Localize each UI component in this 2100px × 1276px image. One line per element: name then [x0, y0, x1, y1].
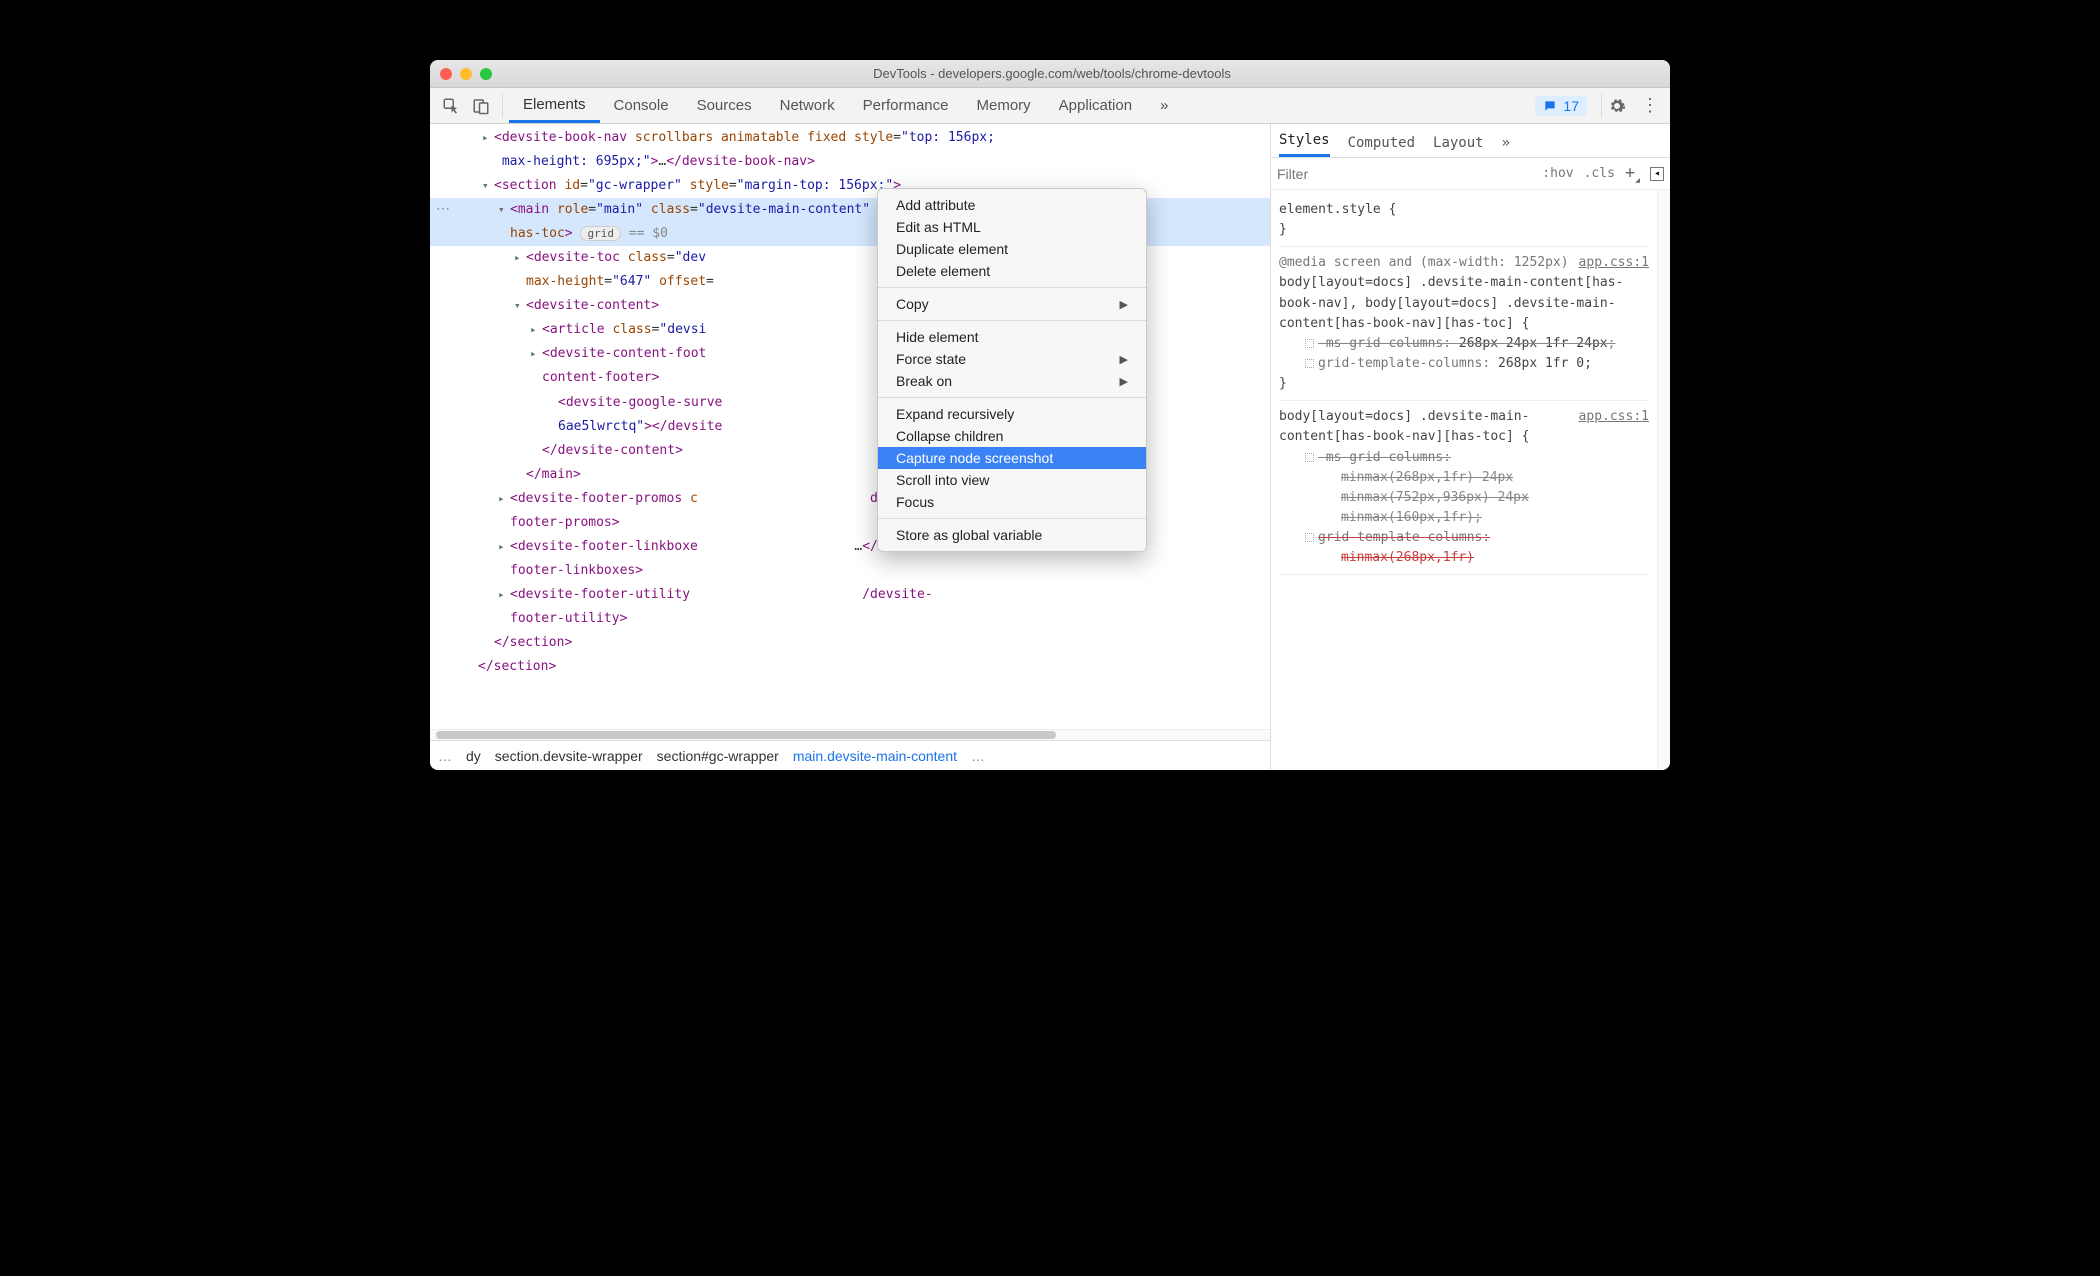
- vertical-scrollbar[interactable]: [1657, 190, 1670, 770]
- hov-toggle[interactable]: :hov: [1542, 166, 1573, 181]
- tab-elements[interactable]: Elements: [509, 88, 600, 123]
- menu-store-as-global[interactable]: Store as global variable: [878, 524, 1146, 546]
- tab-application[interactable]: Application: [1045, 88, 1146, 123]
- style-rule[interactable]: element.style { }: [1279, 194, 1649, 247]
- menu-add-attribute[interactable]: Add attribute: [878, 194, 1146, 216]
- breadcrumb-item[interactable]: dy: [466, 748, 481, 764]
- computed-toggle-icon[interactable]: ◂: [1650, 167, 1664, 181]
- chevron-right-icon: ▶: [1120, 375, 1128, 388]
- main-tabs: Elements Console Sources Network Perform…: [430, 88, 1670, 124]
- filter-input[interactable]: [1277, 166, 1532, 182]
- menu-force-state[interactable]: Force state▶: [878, 348, 1146, 370]
- horizontal-scrollbar[interactable]: [430, 729, 1270, 740]
- chevron-right-icon: ▶: [1120, 353, 1128, 366]
- tab-performance[interactable]: Performance: [849, 88, 963, 123]
- issues-count: 17: [1563, 98, 1579, 114]
- kebab-menu-icon[interactable]: ⋮: [1636, 95, 1664, 116]
- menu-expand-recursively[interactable]: Expand recursively: [878, 403, 1146, 425]
- menu-hide-element[interactable]: Hide element: [878, 326, 1146, 348]
- settings-gear-icon[interactable]: [1608, 97, 1636, 115]
- tab-computed[interactable]: Computed: [1348, 135, 1415, 157]
- close-icon[interactable]: [440, 68, 452, 80]
- cls-toggle[interactable]: .cls: [1584, 166, 1615, 181]
- breadcrumb-overflow-right[interactable]: …: [971, 748, 985, 764]
- menu-focus[interactable]: Focus: [878, 491, 1146, 513]
- menu-break-on[interactable]: Break on▶: [878, 370, 1146, 392]
- inspect-icon[interactable]: [436, 97, 466, 115]
- titlebar: DevTools - developers.google.com/web/too…: [430, 60, 1670, 88]
- chevron-right-icon: ▶: [1120, 298, 1128, 311]
- style-rule[interactable]: app.css:1 body[layout=docs] .devsite-mai…: [1279, 401, 1649, 575]
- issues-badge[interactable]: 17: [1535, 96, 1587, 116]
- grid-badge[interactable]: grid: [580, 226, 621, 241]
- tab-layout[interactable]: Layout: [1433, 135, 1484, 157]
- traffic-lights: [440, 68, 492, 80]
- tab-memory[interactable]: Memory: [963, 88, 1045, 123]
- breadcrumb-item[interactable]: section.devsite-wrapper: [495, 748, 643, 764]
- menu-collapse-children[interactable]: Collapse children: [878, 425, 1146, 447]
- tab-overflow-icon[interactable]: »: [1502, 135, 1510, 157]
- styles-toolbar: :hov .cls +◢ ◂: [1271, 158, 1670, 190]
- menu-delete-element[interactable]: Delete element: [878, 260, 1146, 282]
- breadcrumb[interactable]: … dy section.devsite-wrapper section#gc-…: [430, 740, 1270, 770]
- tab-overflow-icon[interactable]: »: [1146, 88, 1182, 123]
- tab-sources[interactable]: Sources: [683, 88, 766, 123]
- tab-styles[interactable]: Styles: [1279, 132, 1330, 157]
- source-link[interactable]: app.css:1: [1579, 253, 1649, 273]
- style-rule[interactable]: app.css:1 @media screen and (max-width: …: [1279, 247, 1649, 401]
- menu-edit-as-html[interactable]: Edit as HTML: [878, 216, 1146, 238]
- tab-console[interactable]: Console: [600, 88, 683, 123]
- sidebar-tabs: Styles Computed Layout »: [1271, 124, 1670, 158]
- breadcrumb-item[interactable]: section#gc-wrapper: [657, 748, 779, 764]
- styles-list[interactable]: element.style { } app.css:1 @media scree…: [1271, 190, 1657, 770]
- maximize-icon[interactable]: [480, 68, 492, 80]
- new-rule-icon[interactable]: +◢: [1625, 163, 1640, 184]
- source-link[interactable]: app.css:1: [1579, 407, 1649, 427]
- tab-network[interactable]: Network: [766, 88, 849, 123]
- minimize-icon[interactable]: [460, 68, 472, 80]
- breadcrumb-item-active[interactable]: main.devsite-main-content: [793, 748, 957, 764]
- window-title: DevTools - developers.google.com/web/too…: [492, 66, 1612, 81]
- context-menu: Add attribute Edit as HTML Duplicate ele…: [877, 188, 1147, 552]
- menu-scroll-into-view[interactable]: Scroll into view: [878, 469, 1146, 491]
- breadcrumb-overflow-left[interactable]: …: [438, 748, 452, 764]
- menu-duplicate-element[interactable]: Duplicate element: [878, 238, 1146, 260]
- styles-panel: Styles Computed Layout » :hov .cls +◢ ◂ …: [1270, 124, 1670, 770]
- menu-copy[interactable]: Copy▶: [878, 293, 1146, 315]
- devtools-window: DevTools - developers.google.com/web/too…: [430, 60, 1670, 770]
- menu-capture-node-screenshot[interactable]: Capture node screenshot: [878, 447, 1146, 469]
- device-toggle-icon[interactable]: [466, 97, 496, 115]
